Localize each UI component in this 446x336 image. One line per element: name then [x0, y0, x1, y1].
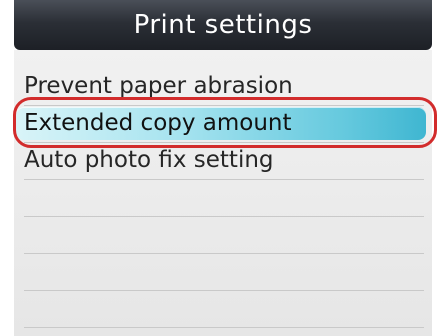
- divider: [24, 290, 424, 291]
- menu-item-label: Auto photo fix setting: [24, 147, 274, 173]
- divider: [24, 327, 424, 328]
- divider: [24, 179, 424, 180]
- divider: [24, 253, 424, 254]
- menu-item-label: Prevent paper abrasion: [24, 73, 293, 99]
- annotation-ring: [13, 97, 437, 148]
- screen-title: Print settings: [14, 0, 432, 50]
- menu-panel: Prevent paper abrasion Extended copy amo…: [14, 50, 432, 336]
- divider: [24, 216, 424, 217]
- lcd-screen: Print settings Prevent paper abrasion Ex…: [0, 0, 446, 336]
